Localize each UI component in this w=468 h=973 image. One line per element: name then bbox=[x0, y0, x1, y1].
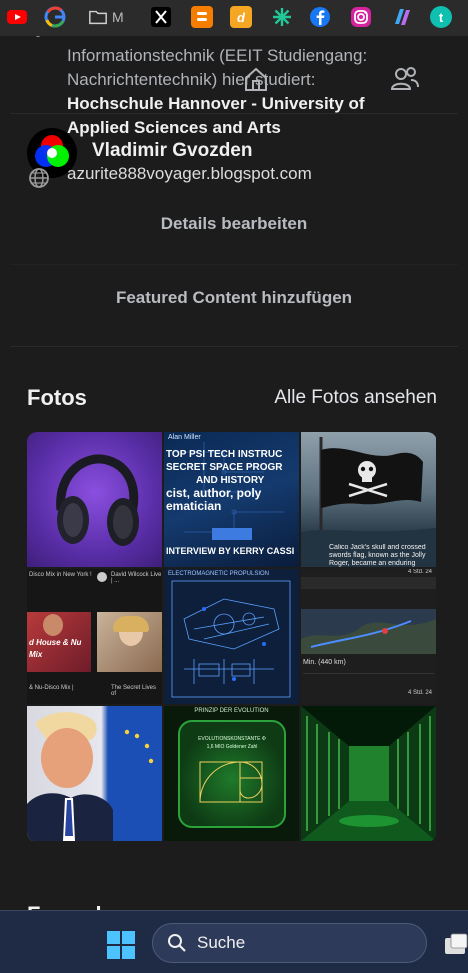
map-area bbox=[301, 609, 436, 654]
tile4-item: & Nu-Disco Mix | bbox=[29, 685, 74, 691]
evolution-panel: EVOLUTIONSKONSTANTE Φ 1,6 MIO Goldener Z… bbox=[178, 720, 286, 828]
divider bbox=[10, 113, 458, 114]
bookmarks-bar: M d t bbox=[0, 0, 468, 36]
tile3-caption: Calico Jack's skull and crossed swords f… bbox=[329, 544, 426, 567]
photos-title: Fotos bbox=[27, 385, 87, 410]
blueprint-drawing bbox=[171, 580, 291, 698]
tumblr-icon[interactable]: t bbox=[430, 6, 452, 28]
tile2-footer: INTERVIEW BY KERRY CASSI bbox=[166, 546, 295, 556]
search-label: Suche bbox=[197, 933, 246, 952]
thumbnail bbox=[97, 612, 162, 672]
photo-pirate-flag[interactable]: Calico Jack's skull and crossed swords f… bbox=[301, 432, 436, 567]
home-icon bbox=[242, 66, 270, 92]
taskbar-app-icon[interactable] bbox=[443, 932, 468, 956]
tile4-item: Disco Mix in New York ! bbox=[29, 572, 92, 578]
profile-name: Vladimir Gvozden bbox=[92, 140, 253, 161]
thumbnail: d House & Nu Mix bbox=[27, 612, 91, 672]
taskbar: Suche bbox=[0, 910, 468, 973]
instagram-icon[interactable] bbox=[350, 6, 372, 28]
see-all-photos-link[interactable]: Alle Fotos ansehen bbox=[274, 387, 437, 409]
graduation-icon bbox=[27, 36, 49, 44]
divider bbox=[10, 346, 458, 347]
blogger-icon[interactable] bbox=[191, 6, 213, 28]
dict-icon[interactable]: d bbox=[230, 6, 252, 28]
photo-blueprint[interactable]: ELECTROMAGNETIC PROPULSION bbox=[164, 569, 299, 704]
school-link[interactable]: Hochschule Hannover - University of Appl… bbox=[67, 94, 365, 137]
windows-start-button[interactable] bbox=[106, 930, 136, 960]
photo-psi-tech[interactable]: Alan Miller TOP PSI TECH INSTRUC SECRET … bbox=[164, 432, 299, 567]
perplexity-icon[interactable] bbox=[271, 6, 293, 28]
website-link[interactable]: azurite888voyager.blogspot.com bbox=[67, 164, 312, 184]
tile4-item: Mix bbox=[29, 650, 43, 659]
google-icon[interactable] bbox=[44, 6, 66, 28]
tile4-item: The Secret Lives of bbox=[111, 685, 157, 697]
tile2-badge bbox=[212, 528, 252, 540]
photo-portrait[interactable] bbox=[27, 706, 162, 841]
tile8-title: PRINZIP DER EVOLUTION bbox=[194, 708, 269, 714]
photo-grid: Alan Miller TOP PSI TECH INSTRUC SECRET … bbox=[27, 432, 437, 842]
facebook-icon[interactable] bbox=[309, 6, 331, 28]
photo-youtube-mix[interactable]: Disco Mix in New York ! David Wilcock Li… bbox=[27, 569, 162, 704]
copilot-icon[interactable] bbox=[391, 6, 413, 28]
tile2-line: TOP PSI TECH INSTRUC bbox=[166, 449, 283, 460]
folder-icon bbox=[89, 10, 107, 25]
dict-label: d bbox=[237, 9, 245, 25]
photo-server-room[interactable] bbox=[301, 706, 436, 841]
education-prefix: Informationstechnik (EEIT Studiengang: N… bbox=[67, 46, 368, 89]
folder-bookmark[interactable]: M bbox=[88, 6, 132, 28]
tile2-line: ematician bbox=[166, 499, 222, 513]
windows-icon bbox=[107, 931, 135, 959]
divider bbox=[10, 264, 458, 265]
tile6-distance: Min. (440 km) bbox=[303, 659, 346, 666]
edit-details-button[interactable]: Details bearbeiten bbox=[0, 214, 468, 234]
server-corridor-image bbox=[301, 706, 436, 841]
tile4-item: David Wilcock Live | ... bbox=[111, 572, 162, 584]
tile4-item: d House & Nu bbox=[29, 638, 82, 647]
photo-map[interactable]: 4 Std. 24 Min. (440 km) 4 Std. 24 bbox=[301, 569, 436, 704]
photo-headphones[interactable] bbox=[27, 432, 162, 567]
portrait-image bbox=[27, 712, 154, 841]
headphones-image bbox=[56, 454, 139, 546]
education-text: Informationstechnik (EEIT Studiengang: N… bbox=[67, 44, 397, 140]
search-icon bbox=[168, 934, 186, 952]
profile-intro-panel: Informationstechnik (EEIT Studiengang: N… bbox=[0, 36, 468, 910]
add-featured-button[interactable]: Featured Content hinzufügen bbox=[0, 288, 468, 308]
people-icon bbox=[390, 66, 420, 92]
friends-title: Freunde bbox=[27, 902, 114, 910]
tile6-duration: 4 Std. 24 bbox=[407, 569, 432, 575]
tumblr-label: t bbox=[438, 9, 444, 25]
tile6-duration: 4 Std. 24 bbox=[407, 690, 432, 696]
globe-icon bbox=[28, 167, 50, 189]
tile2-line: SECRET SPACE PROGR bbox=[166, 462, 283, 473]
youtube-icon[interactable] bbox=[6, 6, 28, 28]
golden-spiral bbox=[199, 761, 263, 803]
x-twitter-icon[interactable] bbox=[150, 6, 172, 28]
taskbar-search[interactable]: Suche bbox=[152, 923, 427, 963]
photo-evolution[interactable]: PRINZIP DER EVOLUTION EVOLUTIONSKONSTANT… bbox=[164, 706, 299, 841]
avatar bbox=[97, 572, 107, 582]
folder-label: M bbox=[112, 9, 124, 25]
